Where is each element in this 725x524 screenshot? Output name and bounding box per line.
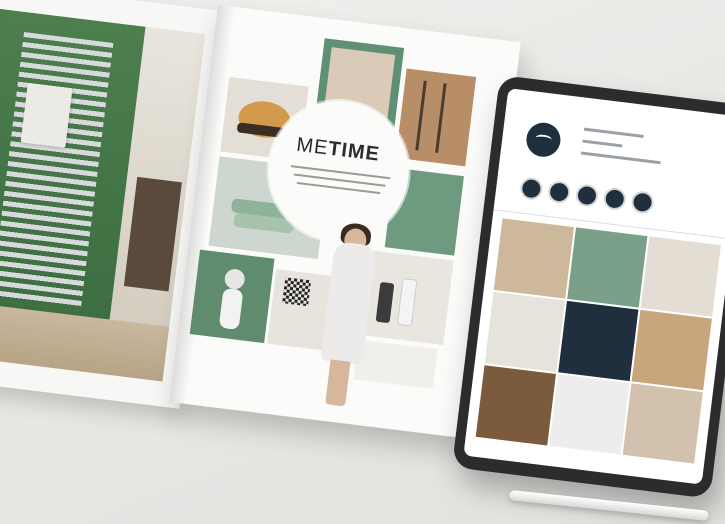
story-highlight: [630, 190, 655, 215]
headline-me: ME: [295, 133, 330, 160]
grid-post: [640, 236, 721, 317]
grid-post: [475, 365, 556, 446]
photo-scene: METIME: [0, 0, 725, 524]
grid-post: [558, 300, 639, 382]
wooden-shelf-photo: [395, 68, 477, 167]
towel-hook-photo: [189, 249, 275, 344]
profile-name-line: [583, 127, 644, 138]
hanging-towel: [20, 82, 73, 148]
story-highlight: [574, 183, 600, 208]
grid-post: [567, 227, 648, 308]
grid-post: [631, 309, 712, 391]
story-highlight: [519, 176, 544, 201]
profile-bio-line: [580, 151, 661, 165]
tablet-screen: [463, 88, 725, 485]
tablet: [451, 75, 725, 499]
towel-hook-icon: [219, 269, 245, 330]
qr-code-icon: [282, 277, 312, 307]
model-legs: [325, 359, 351, 407]
story-highlight: [546, 179, 572, 205]
grid-post: [549, 374, 630, 455]
grid-post: [493, 218, 575, 299]
caption-block: [353, 339, 438, 390]
bathroom-photo: [0, 8, 206, 382]
story-highlight: [602, 186, 628, 212]
towel-rail-icon: [415, 80, 447, 153]
grid-post: [484, 291, 565, 373]
grid-post: [622, 383, 703, 464]
profile-stats-line: [582, 139, 623, 148]
